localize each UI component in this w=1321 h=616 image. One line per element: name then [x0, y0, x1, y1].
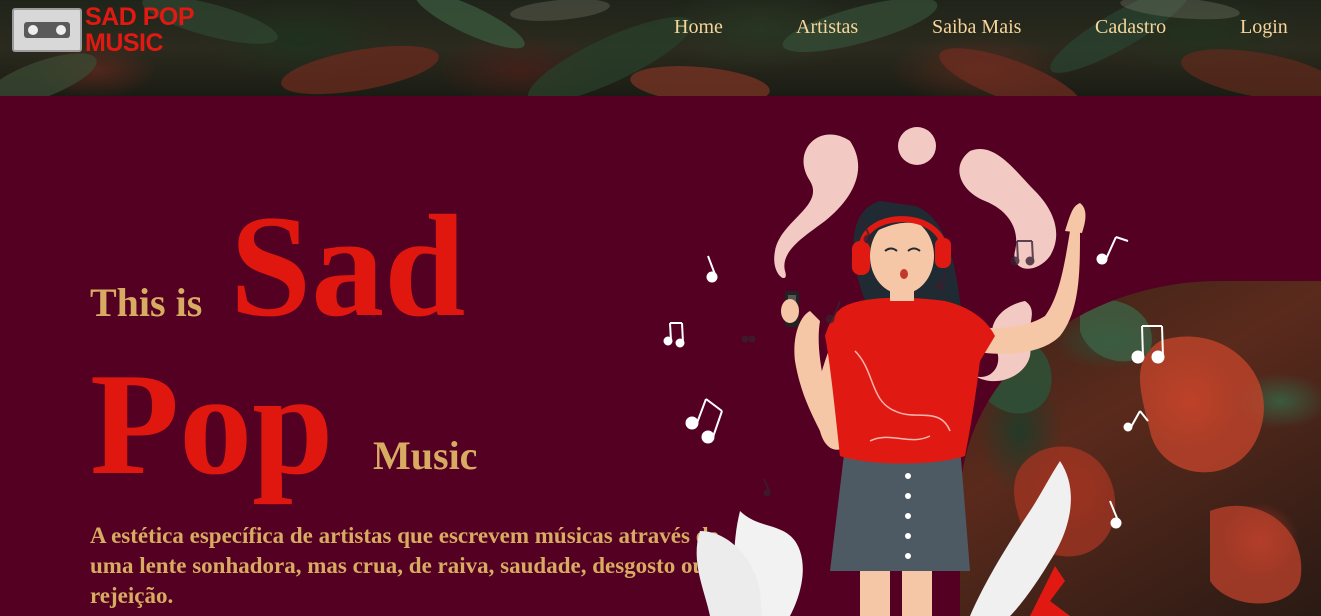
hero-description: A estética específica de artistas que es… — [90, 523, 719, 608]
logo-text-line2: MUSIC — [85, 29, 164, 57]
hero-title-sad: Sad — [230, 185, 466, 347]
girl-shirt — [825, 297, 995, 464]
cassette-logo-icon — [12, 8, 82, 52]
logo-text: SAD POP MUSIC — [85, 3, 195, 57]
girl-skirt — [830, 446, 970, 571]
site-logo[interactable]: SAD POP MUSIC — [12, 3, 195, 57]
nav-link-cadastro[interactable]: Cadastro — [1095, 16, 1166, 39]
smartphone-icon — [781, 291, 799, 327]
music-note-icon — [741, 335, 756, 343]
hero-section: Sad This is Pop Music A estética específ… — [0, 96, 1321, 616]
pink-smoke-shape — [774, 134, 859, 279]
music-note-icon — [763, 478, 771, 497]
girl-listening-music-illustration — [663, 127, 1165, 616]
site-header: SAD POP MUSIC Home Artistas Saiba Mais C… — [0, 0, 1321, 96]
music-note-icon — [1131, 325, 1165, 364]
nav-link-artistas[interactable]: Artistas — [796, 16, 858, 39]
nav-link-login[interactable]: Login — [1240, 16, 1288, 39]
music-note-icon — [1096, 236, 1129, 265]
logo-text-line1: SAD POP — [85, 3, 195, 31]
pink-smoke-shape — [959, 149, 1057, 269]
hero-title-pop: Pop — [90, 343, 334, 505]
nav-link-saiba-mais[interactable]: Saiba Mais — [932, 16, 1021, 39]
music-note-icon — [706, 255, 718, 283]
music-note-icon — [1109, 500, 1122, 529]
hero-title-this-is: This is — [90, 280, 203, 325]
nav-link-home[interactable]: Home — [674, 16, 723, 39]
music-note-icon — [685, 398, 723, 444]
hero-title-music: Music — [373, 433, 478, 478]
music-note-icon — [1123, 410, 1149, 432]
music-note-icon — [663, 322, 685, 348]
pink-bubble — [898, 127, 936, 165]
floral-header-background — [0, 0, 1321, 96]
